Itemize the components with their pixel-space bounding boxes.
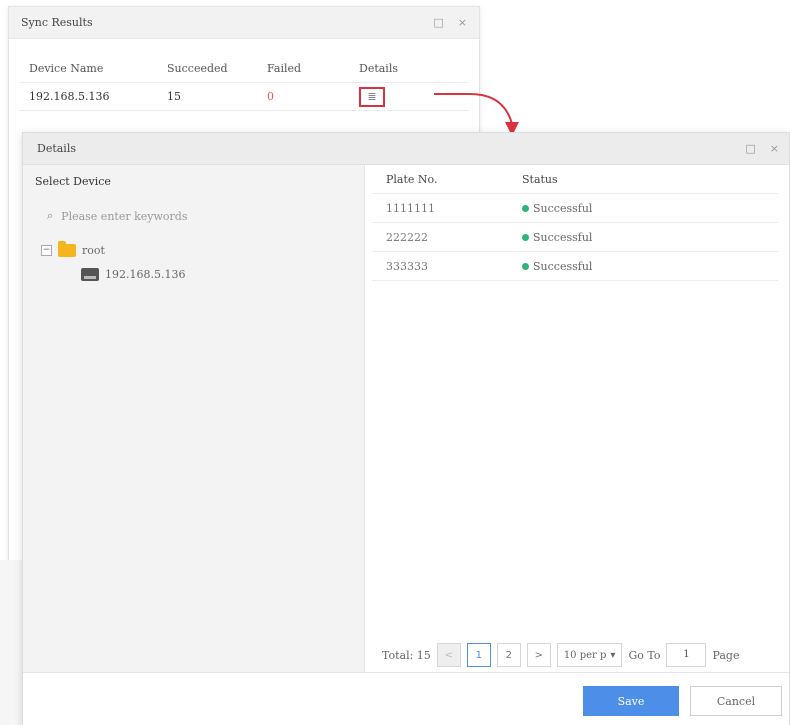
per-page-value: 10 per p	[563, 649, 607, 661]
device-tree: − root 192.168.5.136	[23, 238, 364, 286]
tree-node-label: root	[82, 243, 105, 257]
details-header: Details □ ×	[23, 133, 789, 165]
details-dialog: Details □ × Select Device ⌕ Please enter…	[22, 132, 790, 725]
status-cell: Successful	[533, 230, 593, 244]
search-icon: ⌕	[47, 209, 54, 222]
total-count: Total: 15	[382, 648, 431, 662]
collapse-icon[interactable]: −	[41, 244, 52, 256]
tree-node-label: 192.168.5.136	[105, 267, 186, 281]
details-title: Details	[37, 142, 76, 155]
column-header-device-name: Device Name	[29, 62, 104, 75]
sync-results-table: Device Name Succeeded Failed Details 192…	[19, 55, 469, 111]
column-header-failed: Failed	[267, 62, 302, 75]
page-suffix-label: Page	[712, 648, 740, 662]
details-icon[interactable]: ≣	[359, 86, 385, 107]
restore-icon[interactable]: □	[745, 142, 755, 155]
table-row: 333333 Successful	[372, 252, 778, 281]
tree-node-device[interactable]: 192.168.5.136	[41, 262, 364, 286]
page-1-button[interactable]: 1	[466, 643, 491, 667]
cancel-button[interactable]: Cancel	[690, 686, 782, 716]
device-search-input[interactable]: ⌕ Please enter keywords	[47, 204, 352, 228]
close-icon[interactable]: ×	[458, 16, 467, 29]
close-icon[interactable]: ×	[770, 142, 779, 155]
plate-cell: 1111111	[386, 201, 435, 215]
column-header-succeeded: Succeeded	[167, 62, 228, 75]
plate-cell: 333333	[386, 259, 428, 273]
device-name-cell: 192.168.5.136	[29, 90, 110, 103]
folder-icon	[58, 240, 76, 257]
status-dot-icon	[522, 204, 529, 212]
table-row: 1111111 Successful	[372, 194, 778, 223]
restore-icon[interactable]: □	[433, 16, 443, 29]
status-cell: Successful	[533, 259, 593, 273]
page-2-button[interactable]: 2	[496, 643, 521, 667]
chevron-down-icon: ▾	[610, 649, 616, 661]
status-cell: Successful	[533, 201, 593, 215]
column-header-status: Status	[522, 172, 558, 186]
table-row: 222222 Successful	[372, 223, 778, 252]
status-dot-icon	[522, 233, 529, 241]
page-number-input[interactable]: 1	[666, 643, 707, 667]
device-selector-panel: Select Device ⌕ Please enter keywords − …	[23, 165, 365, 672]
plate-table: Plate No. Status 1111111 Successful 2222…	[372, 165, 778, 281]
tree-node-root[interactable]: − root	[41, 238, 364, 262]
pagination: Total: 15 < 1 2 > 10 per p ▾ Go To 1 Pag…	[366, 640, 789, 670]
column-header-details: Details	[359, 62, 398, 75]
next-page-button[interactable]: >	[526, 643, 551, 667]
plate-cell: 222222	[386, 230, 428, 244]
failed-cell: 0	[267, 90, 274, 103]
plate-results-panel: Plate No. Status 1111111 Successful 2222…	[366, 165, 789, 672]
dialog-footer: Save Cancel	[23, 672, 789, 725]
status-dot-icon	[522, 262, 529, 270]
table-header-row: Plate No. Status	[372, 165, 778, 194]
table-row: 192.168.5.136 15 0 ≣	[19, 83, 469, 111]
device-icon	[81, 267, 99, 281]
search-placeholder: Please enter keywords	[61, 209, 188, 223]
prev-page-button[interactable]: <	[436, 643, 461, 667]
background-edge	[0, 560, 24, 725]
select-device-title: Select Device	[35, 175, 111, 188]
sync-results-header: Sync Results □ ×	[9, 7, 479, 39]
go-to-label: Go To	[628, 648, 661, 662]
save-button[interactable]: Save	[583, 686, 679, 716]
column-header-plate-no: Plate No.	[386, 172, 438, 186]
table-header-row: Device Name Succeeded Failed Details	[19, 55, 469, 83]
sync-results-title: Sync Results	[21, 16, 93, 29]
succeeded-cell: 15	[167, 90, 181, 103]
per-page-select[interactable]: 10 per p ▾	[556, 643, 623, 667]
